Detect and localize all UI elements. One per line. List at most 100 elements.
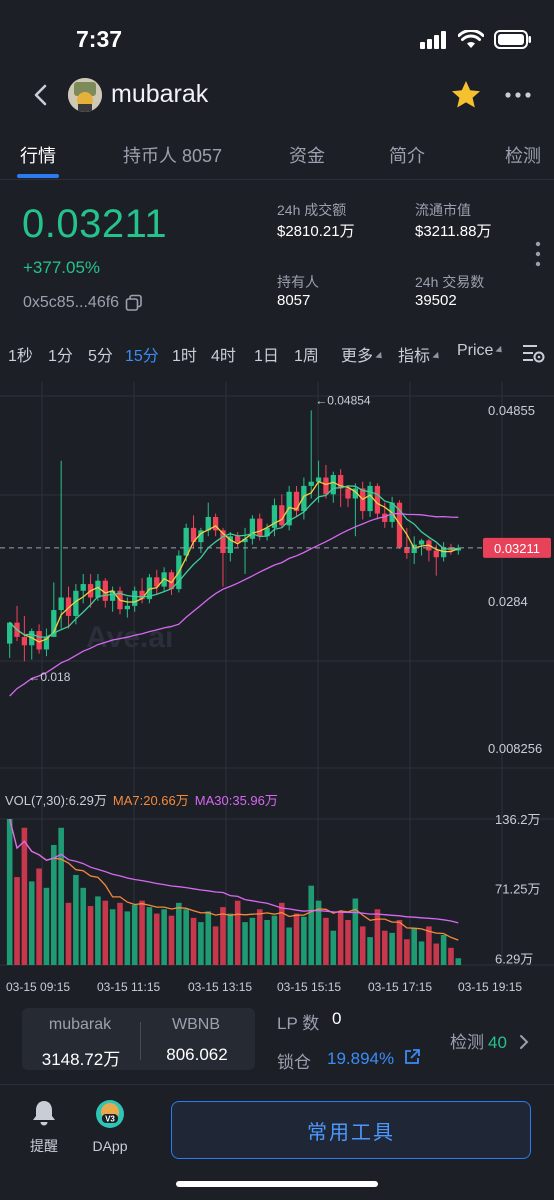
caret-icon (432, 352, 442, 362)
volume-bar (109, 909, 116, 965)
tab-bar: 行情 持币人 8057 资金 简介 检测 (0, 130, 554, 180)
lock-link[interactable]: 19.894% (327, 1048, 421, 1069)
copy-icon[interactable] (125, 294, 143, 312)
volume-bar (65, 902, 72, 965)
current-price: 0.03211 (22, 202, 168, 246)
timeframe-1s[interactable]: 1秒 (8, 342, 33, 366)
wifi-icon (458, 30, 484, 48)
volume-bar (190, 917, 197, 965)
timeframe-1w[interactable]: 1周 (294, 342, 319, 366)
candle-body (183, 527, 189, 556)
more-dots-icon[interactable] (503, 78, 533, 112)
more-dropdown[interactable]: 更多 (341, 342, 385, 366)
volume-bar (153, 913, 160, 965)
price-dropdown[interactable]: Price (457, 342, 506, 360)
volume-bar (28, 881, 35, 965)
check-link[interactable]: 检测 40 (450, 1028, 530, 1053)
volume-bar (102, 900, 109, 965)
volume-bar (264, 919, 270, 965)
tab-holders[interactable]: 持币人 8057 (123, 142, 222, 168)
volume-bar (308, 885, 315, 965)
dapp-icon: V3 (96, 1100, 124, 1128)
volume-bar (87, 906, 94, 965)
volume-bar (58, 827, 64, 965)
tab-funds[interactable]: 资金 (289, 142, 325, 168)
pair-quote-name: WBNB (172, 1016, 220, 1033)
time-axis-label: 03-15 09:15 (6, 980, 70, 994)
timeframe-15m[interactable]: 15分 (125, 342, 159, 366)
stat-holders-label: 持有人 (277, 274, 319, 290)
caret-icon (375, 352, 385, 362)
contract-address-text: 0x5c85...46f6 (23, 294, 120, 311)
volume-axis-label: 6.29万 (495, 951, 533, 966)
volume-bar (345, 919, 351, 965)
timeframe-1m[interactable]: 1分 (48, 342, 73, 366)
timeframe-1d[interactable]: 1日 (254, 342, 279, 366)
volume-bar (359, 926, 366, 965)
volume-bar (51, 844, 57, 965)
price-summary: 0.03211 +377.05% 0x5c85...46f6 24h 成交额 $… (0, 196, 554, 326)
volume-bar (95, 896, 101, 965)
volume-bar (352, 898, 359, 965)
volume-bar (374, 909, 381, 965)
price-change: +377.05% (23, 258, 101, 277)
external-link-icon[interactable] (403, 1048, 421, 1066)
candle-body (418, 540, 425, 545)
dapp-button[interactable]: V3 DApp (80, 1099, 140, 1154)
watermark: Ave.ai (86, 621, 173, 654)
chart-settings-icon[interactable] (520, 340, 546, 366)
alert-button[interactable]: 提醒 (14, 1099, 74, 1156)
star-icon[interactable] (449, 78, 483, 112)
volume-bar (286, 927, 292, 965)
timeframe-5m[interactable]: 5分 (88, 342, 113, 366)
timeframe-bar: 1秒 1分 5分 15分 1时 4时 1日 1周 更多 指标 Price (0, 338, 554, 368)
timeframe-1h[interactable]: 1时 (172, 342, 197, 366)
time-axis-label: 03-15 15:15 (277, 980, 341, 994)
volume-bar (381, 930, 388, 965)
check-label: 检测 (450, 1033, 484, 1052)
candle-body (323, 477, 329, 495)
price-chart[interactable]: Ave.ai 0.03211 0.04855 0.0284 0.008256 ←0.048… (0, 382, 554, 1002)
volume-bar (411, 928, 417, 965)
contract-address[interactable]: 0x5c85...46f6 (23, 294, 143, 312)
vertical-more-icon[interactable] (528, 240, 548, 268)
volume-bar (198, 922, 204, 965)
volume-bar (124, 911, 131, 965)
more-dropdown-label: 更多 (341, 348, 374, 365)
volume-bar (249, 917, 256, 965)
indicator-dropdown[interactable]: 指标 (398, 342, 442, 366)
candle-body (345, 488, 351, 499)
stat-volume-value: $2810.21万 (277, 223, 355, 240)
volume-bar (404, 939, 410, 965)
token-name: mubarak (111, 80, 209, 108)
pair-base-amount: 3148.72万 (41, 1050, 121, 1069)
timeframe-4h[interactable]: 4时 (211, 342, 236, 366)
status-time: 7:37 (76, 26, 123, 52)
volume-legend-ma30: MA30:35.96万 (194, 793, 278, 808)
candlestick-chart-svg[interactable]: Ave.ai 0.03211 0.04855 0.0284 0.008256 ←0.048… (0, 382, 554, 1002)
volume-bar (183, 909, 189, 965)
common-tools-button[interactable]: 常用工具 (171, 1101, 531, 1159)
stat-marketcap-label: 流通市值 (415, 202, 471, 218)
volume-bar (323, 917, 329, 965)
tab-check[interactable]: 检测 (505, 142, 541, 168)
volume-bar (337, 911, 344, 965)
volume-bar (146, 907, 153, 965)
lock-label: 锁仓 (277, 1053, 311, 1072)
volume-bar (80, 887, 87, 965)
back-arrow-icon[interactable] (24, 78, 58, 112)
tab-market[interactable]: 行情 (20, 142, 56, 168)
candle-body (7, 622, 13, 644)
price-axis-label: 0.0284 (488, 594, 528, 609)
lp-value: 0 (332, 1009, 342, 1028)
time-axis-label: 03-15 11:15 (97, 980, 160, 994)
candle-body (132, 590, 138, 606)
volume-bar (117, 902, 123, 965)
volume-legend-vol: VOL(7,30):6.29万 (5, 793, 107, 808)
tab-intro[interactable]: 简介 (389, 142, 425, 168)
volume-bar (234, 900, 241, 965)
candle-body (308, 481, 314, 486)
volume-legend-ma7: MA7:20.66万 (112, 793, 189, 808)
home-indicator (176, 1181, 378, 1187)
time-axis-label: 03-15 17:15 (368, 980, 432, 994)
